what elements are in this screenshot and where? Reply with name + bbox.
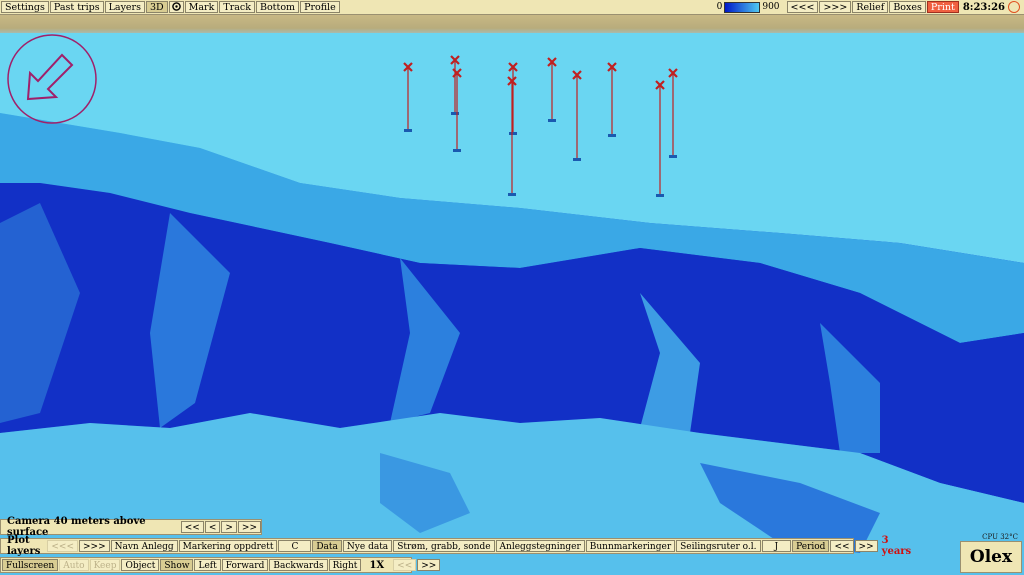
layer-j[interactable]: J	[761, 540, 792, 552]
layer-anleggstegninger[interactable]: Anleggstegninger	[495, 540, 585, 552]
prev-button[interactable]: <<<	[786, 1, 819, 13]
camera-prev-button[interactable]: <	[204, 521, 221, 533]
target-icon[interactable]	[168, 1, 184, 13]
plot-layers-panel: Plot layers <<< >>> Navn Anlegg Markerin…	[0, 535, 911, 557]
backwards-button[interactable]: Backwards	[269, 559, 328, 571]
next-button[interactable]: >>>	[819, 1, 852, 13]
auto-button[interactable]: Auto	[59, 559, 89, 571]
relief-button[interactable]: Relief	[852, 1, 889, 13]
boxes-button[interactable]: Boxes	[889, 1, 926, 13]
period-prev-button[interactable]: <<	[830, 540, 854, 552]
past-trips-button[interactable]: Past trips	[49, 1, 104, 13]
period-next-button[interactable]: >>	[854, 540, 878, 552]
zoom-prev-button[interactable]: <<	[393, 559, 417, 571]
keep-button[interactable]: Keep	[89, 559, 121, 571]
marker-base	[573, 158, 581, 161]
layers-button[interactable]: Layers	[104, 1, 145, 13]
layer-data[interactable]: Data	[312, 540, 342, 552]
plot-layers-label: Plot layers	[7, 535, 41, 557]
marker-base	[509, 132, 517, 135]
camera-next-button[interactable]: >	[221, 521, 237, 533]
sun-icon[interactable]	[1008, 1, 1020, 13]
olex-logo: Olex	[960, 541, 1022, 573]
layer-markering-oppdrett[interactable]: Markering oppdrett	[178, 540, 278, 552]
terrain-svg	[0, 33, 1024, 575]
object-button[interactable]: Object	[121, 559, 160, 571]
zoom-next-button[interactable]: >>	[417, 559, 441, 571]
settings-button[interactable]: Settings	[1, 1, 49, 13]
period-button[interactable]: Period	[792, 540, 830, 552]
show-button[interactable]: Show	[160, 559, 194, 571]
print-button[interactable]: Print	[926, 1, 959, 13]
camera-far-next-button[interactable]: >>	[237, 521, 261, 533]
track-button[interactable]: Track	[219, 1, 255, 13]
layer-seilingsruter[interactable]: Seilingsruter o.l.	[676, 540, 761, 552]
fullscreen-button[interactable]: Fullscreen	[2, 559, 59, 571]
marker-base	[656, 194, 664, 197]
right-button[interactable]: Right	[328, 559, 362, 571]
marker-base	[453, 149, 461, 152]
marker-base	[669, 155, 677, 158]
marker-base	[451, 112, 459, 115]
camera-panel: Camera 40 meters above surface << < > >>	[0, 516, 262, 538]
depth-scale-bar[interactable]	[724, 1, 761, 13]
marker-base	[548, 119, 556, 122]
marker-base	[404, 129, 412, 132]
layer-bunnmarkeringer[interactable]: Bunnmarkeringer	[585, 540, 676, 552]
mark-button[interactable]: Mark	[184, 1, 219, 13]
zoom-level: 1X	[369, 559, 385, 571]
depth-scale-min: 0	[716, 2, 723, 12]
depth-scale-max: 900	[762, 2, 780, 12]
layer-c[interactable]: C	[278, 540, 312, 552]
marker-base	[608, 134, 616, 137]
3d-button[interactable]: 3D	[145, 1, 168, 13]
bottom-button[interactable]: Bottom	[255, 1, 300, 13]
layer-nye-data[interactable]: Nye data	[342, 540, 393, 552]
camera-far-prev-button[interactable]: <<	[180, 521, 204, 533]
profile-button[interactable]: Profile	[300, 1, 340, 13]
forward-button[interactable]: Forward	[221, 559, 269, 571]
plot-layers-next-button[interactable]: >>>	[78, 540, 110, 552]
top-toolbar: Settings Past trips Layers 3D Mark Track…	[0, 0, 1024, 15]
terrain-viewport[interactable]	[0, 33, 1024, 575]
cpu-temperature: CPU 32°C	[982, 533, 1018, 541]
period-value: 3 years	[881, 535, 912, 557]
layer-navn-anlegg[interactable]: Navn Anlegg	[110, 540, 178, 552]
plot-layers-prev-button[interactable]: <<<	[47, 540, 78, 552]
marker-base	[508, 193, 516, 196]
layer-strom-grabb-sonde[interactable]: Strøm, grabb, sonde	[393, 540, 495, 552]
clock: 8:23:26	[962, 1, 1005, 13]
left-button[interactable]: Left	[194, 559, 221, 571]
view-bar: Fullscreen Auto Keep Object Show Left Fo…	[0, 557, 441, 573]
